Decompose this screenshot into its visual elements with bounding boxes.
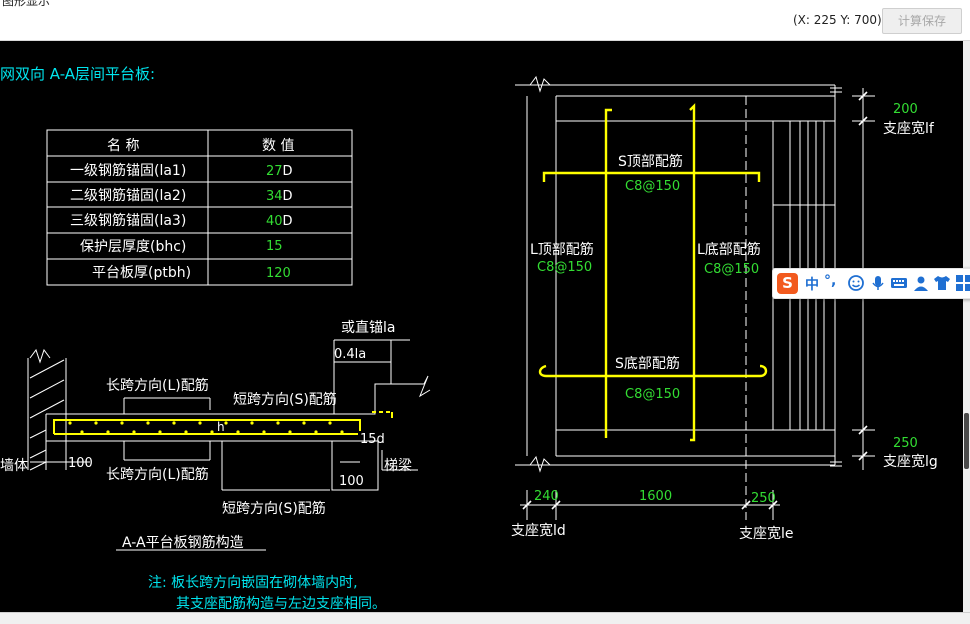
section-rebar-dots [68,421,344,434]
d15-label: 15d [360,432,385,447]
calc-save-button[interactable]: 计算保存 [882,8,962,34]
vertical-scrollbar[interactable] [963,41,970,612]
toolbox-grid-icon[interactable] [955,274,970,292]
keyboard-icon[interactable] [890,274,908,292]
support-le-label: 支座宽le [739,525,794,542]
table-row-value: 120 [266,266,291,281]
cad-drawing: 网双向 A-A层间平台板: 名 称 数 值 一级钢筋锚固(la1) 27D 二级… [0,65,938,612]
window-title: 图形显示 [2,0,51,8]
support-ld-label: 支座宽ld [511,522,566,539]
wall-label: 墙体 [0,458,28,474]
s-top-spec: C8@150 [625,179,680,194]
table-row-value: 15 [266,239,283,254]
long-dir-top-label: 长跨方向(L)配筋 [106,377,209,394]
dim-200: 200 [893,102,918,117]
table-row-value: 34D [266,189,293,204]
ime-punct-toggle[interactable]: °, [824,273,836,289]
l-bottom-label: L底部配筋 [697,241,761,258]
table-row-name: 二级钢筋锚固(la2) [70,187,186,204]
support-lg-label: 支座宽lg [883,453,938,470]
dim-100-left: 100 [68,456,93,471]
short-dir-bottom-label: 短跨方向(S)配筋 [222,500,326,517]
h-label: h [217,420,225,434]
drawing-canvas[interactable]: 网双向 A-A层间平台板: 名 称 数 值 一级钢筋锚固(la1) 27D 二级… [0,41,963,612]
table-row-name: 一级钢筋锚固(la1) [70,162,186,179]
drawing-heading: 网双向 A-A层间平台板: [0,65,155,83]
ime-logo-icon[interactable]: S [777,273,798,294]
ime-mode-toggle[interactable]: 中 [805,274,819,294]
table-row-name: 三级钢筋锚固(la3) [70,212,186,229]
s-bottom-spec: C8@150 [625,387,680,402]
support-lf-label: 支座宽lf [883,120,935,137]
skin-shirt-icon[interactable] [933,274,951,292]
l-top-spec: C8@150 [537,260,592,275]
horizontal-scrollbar[interactable] [0,612,970,624]
dim-100-right: 100 [339,474,364,489]
stair-beam-label: 梯梁 [384,458,412,474]
table-row-name: 保护层厚度(bhc) [80,239,186,255]
note-line-2: 其支座配筋构造与左边支座相同。 [176,595,386,612]
table-row-value: 27D [266,164,293,179]
dim-250-right: 250 [893,436,918,451]
s-top-label: S顶部配筋 [618,153,683,170]
s-bottom-label: S底部配筋 [615,355,680,372]
ime-toolbar[interactable]: S 中 °, [772,268,970,299]
short-dir-top-label: 短跨方向(S)配筋 [233,391,337,408]
microphone-icon[interactable] [869,274,887,292]
coordinate-readout: (X: 225 Y: 700) [793,13,882,27]
parameter-table [46,129,353,286]
scrollbar-thumb[interactable] [964,413,969,469]
user-icon[interactable] [912,274,930,292]
straight-anchor-label: 或直锚la [341,319,395,336]
emoji-icon[interactable] [847,274,865,292]
dim-240: 240 [534,489,559,504]
note-line-1: 注: 板长跨方向嵌固在砌体墙内时, [148,575,358,591]
table-row-value: 40D [266,214,293,229]
l-bottom-spec: C8@150 [704,262,759,277]
table-row-name: 平台板厚(ptbh) [92,265,191,281]
title-bar: 图形显示 (X: 225 Y: 700) 计算保存 [0,0,970,41]
dim-1600: 1600 [639,489,672,504]
table-header-name: 名 称 [107,138,139,154]
section-title: A-A平台板钢筋构造 [122,534,244,551]
l-top-label: L顶部配筋 [530,241,594,258]
table-header-value: 数 值 [262,138,294,154]
dim-250-bottom: 250 [751,491,776,506]
long-dir-bottom-label: 长跨方向(L)配筋 [106,466,209,483]
factor-04la-label: 0.4la [334,347,366,362]
